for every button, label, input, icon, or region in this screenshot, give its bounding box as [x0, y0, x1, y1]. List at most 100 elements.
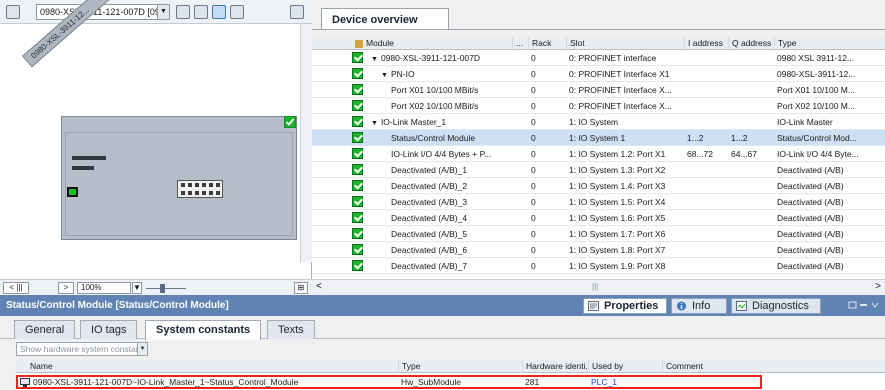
- table-row[interactable]: Deactivated (A/B)_5 0 1: IO System 1.7: Po…: [312, 226, 885, 242]
- zoom-dropdown-button[interactable]: ▼: [132, 282, 142, 294]
- cell-rack: 0: [531, 229, 536, 239]
- cell-i-address: [684, 98, 728, 114]
- tab-texts[interactable]: Texts: [267, 320, 315, 339]
- port-led: [188, 183, 192, 187]
- device-overview-table: Module ... Rack Slot I address Q address…: [312, 37, 885, 279]
- cell-q-address: [728, 114, 774, 130]
- column-header-type[interactable]: Type: [398, 360, 522, 373]
- column-header-module[interactable]: Module: [352, 37, 512, 50]
- scroll-right-icon[interactable]: >: [875, 281, 881, 292]
- scroll-left-button[interactable]: < |||: [3, 282, 29, 294]
- device-view-vertical-scrollbar[interactable]: [300, 24, 312, 262]
- cell-rack: 0: [531, 69, 536, 79]
- table-row[interactable]: Port X02 10/100 MBit/s 0 0: PROFINET Inter…: [312, 98, 885, 114]
- cell-slot: 1: IO System 1.6: Port X5: [569, 213, 666, 223]
- tab-diagnostics[interactable]: Diagnostics: [731, 298, 821, 314]
- cell-module: Deactivated (A/B)_1: [388, 162, 512, 178]
- network-icon[interactable]: [6, 5, 20, 19]
- cell-q-address: [728, 178, 774, 194]
- module-name: Port X01 10/100 MBit/s: [391, 85, 479, 95]
- expand-toggle-icon[interactable]: ▼: [371, 56, 378, 63]
- cell-slot: 1: IO System 1.3: Port X2: [569, 165, 666, 175]
- column-header-q-address[interactable]: Q address: [728, 37, 774, 50]
- show-module-labels-icon[interactable]: [194, 5, 208, 19]
- table-row[interactable]: IO-Link I/O 4/4 Bytes + P... 0 1: IO Syste…: [312, 146, 885, 162]
- device-select-value: 0980-XSL-3911-121-007D [09: [40, 7, 160, 17]
- status-ok-icon: [352, 212, 363, 223]
- tab-system-constants[interactable]: System constants: [145, 320, 262, 340]
- table-row[interactable]: ▼ PN-IO 0 0: PROFINET Interface X1 0980-XSL-…: [312, 66, 885, 82]
- zoom-icon[interactable]: [230, 5, 244, 19]
- tab-info[interactable]: Info: [671, 298, 727, 314]
- zoom-slider-knob[interactable]: [160, 284, 165, 293]
- column-header-more[interactable]: ...: [512, 37, 528, 50]
- cell-q-address: [728, 82, 774, 98]
- table-row[interactable]: Deactivated (A/B)_6 0 1: IO System 1.8: Po…: [312, 242, 885, 258]
- system-constant-filter[interactable]: Show hardware system constant ▼: [16, 342, 148, 356]
- cell-rack: 0: [531, 149, 536, 159]
- column-header-type[interactable]: Type: [774, 37, 885, 50]
- expand-toggle-icon[interactable]: ▼: [371, 120, 378, 127]
- table-row[interactable]: Deactivated (A/B)_7 0 1: IO System 1.9: Po…: [312, 258, 885, 274]
- table-row[interactable]: ▼ 0980-XSL-3911-121-007D 0 0: PROFINET inte…: [312, 50, 885, 66]
- table-row[interactable]: Deactivated (A/B)_4 0 1: IO System 1.6: Po…: [312, 210, 885, 226]
- fit-view-button[interactable]: ⊞: [294, 282, 308, 294]
- chevron-down-icon[interactable]: ▼: [157, 5, 169, 19]
- cell-module: Deactivated (A/B)_4: [388, 210, 512, 226]
- device-data-icon[interactable]: [176, 5, 190, 19]
- device-select[interactable]: 0980-XSL-3911-121-007D [09 ▼: [36, 4, 170, 20]
- scroll-left-icon[interactable]: <: [316, 281, 322, 292]
- diagnostics-icon: [736, 301, 747, 311]
- cell-q-address: 64...67: [731, 149, 757, 159]
- overview-horizontal-scrollbar[interactable]: < ||| >: [312, 279, 885, 295]
- chevron-down-icon[interactable]: ▼: [137, 343, 147, 355]
- table-row[interactable]: 0980-XSL-3911-121-007D~IO-Link_Master_1~…: [16, 375, 762, 389]
- table-row[interactable]: Deactivated (A/B)_3 0 1: IO System 1.5: Po…: [312, 194, 885, 210]
- column-header-comment[interactable]: Comment: [662, 360, 762, 373]
- interface-module-icon[interactable]: [67, 187, 78, 197]
- filter-placeholder: Show hardware system constant: [20, 344, 143, 354]
- cell-module: Port X01 10/100 MBit/s: [388, 82, 512, 98]
- column-header-rack[interactable]: Rack: [528, 37, 566, 50]
- window-controls-icon[interactable]: [848, 300, 880, 310]
- module-name: Deactivated (A/B)_2: [391, 181, 468, 191]
- constant-used-by-link[interactable]: PLC_1: [588, 377, 662, 390]
- expand-toggle-icon[interactable]: ▼: [381, 72, 388, 79]
- column-header-hardware-id[interactable]: Hardware identi...: [522, 360, 588, 373]
- tab-general[interactable]: General: [14, 320, 76, 339]
- table-row[interactable]: Deactivated (A/B)_1 0 1: IO System 1.3: Po…: [312, 162, 885, 178]
- column-header-slot[interactable]: Slot: [566, 37, 684, 50]
- module-name: Port X02 10/100 MBit/s: [391, 101, 479, 111]
- cell-i-address: [684, 50, 728, 66]
- zoom-select[interactable]: 100%: [77, 282, 131, 294]
- port-led: [188, 191, 192, 195]
- module-name: Status/Control Module: [391, 133, 476, 143]
- cell-module: Deactivated (A/B)_3: [388, 194, 512, 210]
- column-header-used-by[interactable]: Used by: [588, 360, 662, 373]
- page-break-icon[interactable]: [212, 5, 226, 19]
- tab-divider: [312, 29, 885, 30]
- constant-comment[interactable]: [662, 377, 760, 390]
- cell-slot: 1: IO System 1.4: Port X3: [569, 181, 666, 191]
- cell-type: Status/Control Mod...: [777, 133, 857, 143]
- cell-rack: 0: [531, 133, 536, 143]
- table-row[interactable]: ▼ IO-Link Master_1 0 1: IO System IO-Link Ma…: [312, 114, 885, 130]
- table-header-row: Name Type Hardware identi... Used by Com…: [16, 360, 885, 373]
- cell-module: IO-Link I/O 4/4 Bytes + P...: [388, 146, 512, 162]
- column-header-i-address[interactable]: I address: [684, 37, 728, 50]
- tab-io-tags[interactable]: IO tags: [80, 320, 138, 339]
- overview-toggle-icon[interactable]: [290, 5, 304, 19]
- status-ok-icon: [352, 164, 363, 175]
- zoom-slider-track[interactable]: [146, 288, 186, 289]
- tab-properties[interactable]: Properties: [583, 298, 667, 314]
- table-row[interactable]: Deactivated (A/B)_2 0 1: IO System 1.4: Po…: [312, 178, 885, 194]
- table-row[interactable]: Status/Control Module 0 1: IO System 1 1...…: [312, 130, 885, 146]
- scroll-right-button[interactable]: >: [58, 282, 74, 294]
- scroll-grip-icon[interactable]: |||: [592, 282, 598, 291]
- table-row[interactable]: Port X01 10/100 MBit/s 0 0: PROFINET Inter…: [312, 82, 885, 98]
- module-name: Deactivated (A/B)_3: [391, 197, 468, 207]
- io-port-block[interactable]: [177, 180, 223, 198]
- status-ok-icon: [352, 84, 363, 95]
- column-header-name[interactable]: Name: [18, 360, 398, 373]
- tab-device-overview[interactable]: Device overview: [321, 8, 449, 30]
